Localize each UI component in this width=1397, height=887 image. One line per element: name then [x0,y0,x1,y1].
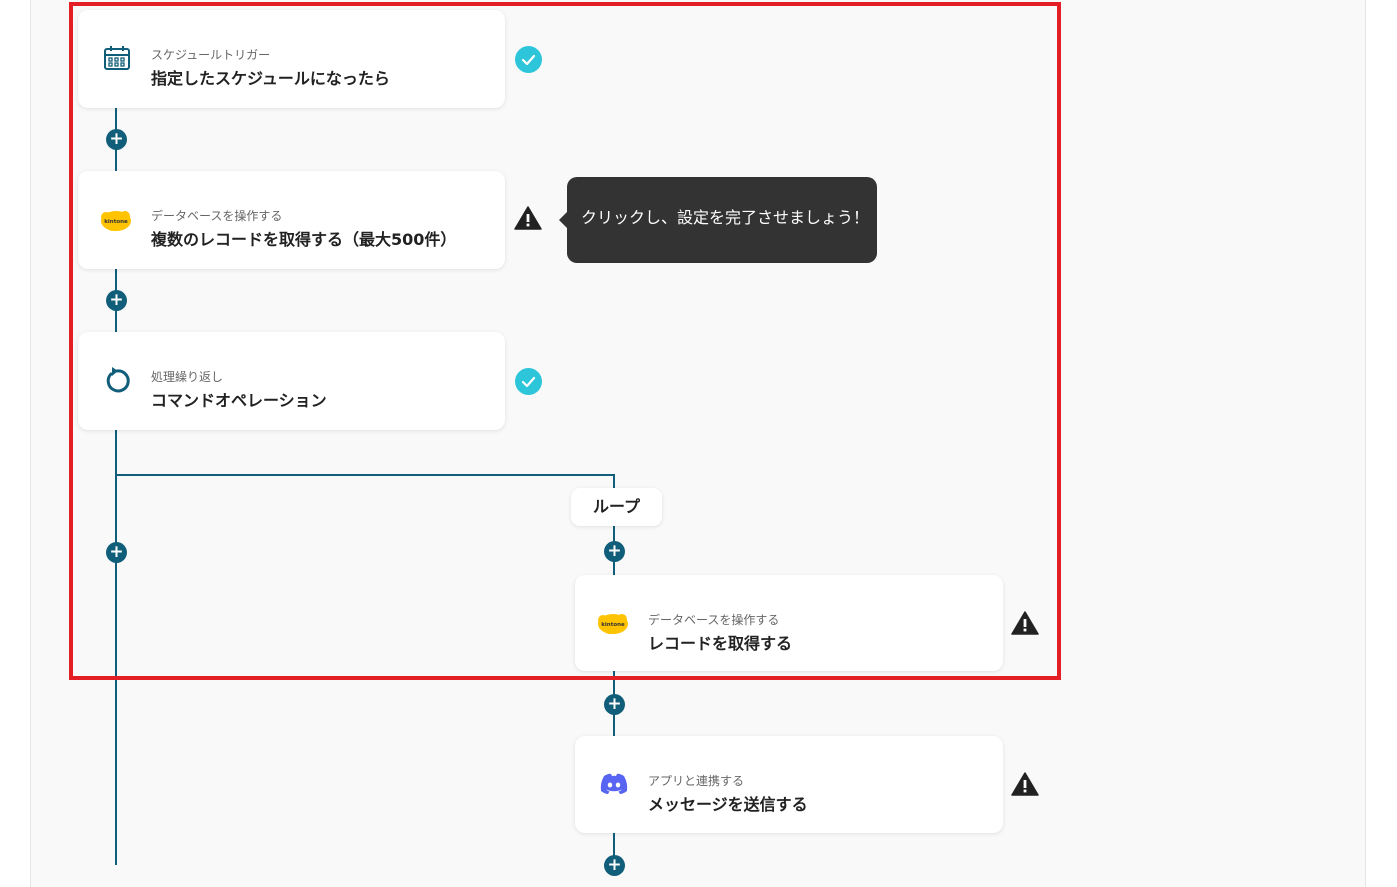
check-icon [515,46,542,73]
kintone-icon: kintone [100,205,132,237]
warning-icon [514,205,542,231]
step-card-send-message[interactable]: アプリと連携する メッセージを送信する [575,736,1003,833]
flow-line-branch [115,474,615,476]
calendar-icon [102,43,134,75]
step-card-get-record[interactable]: kintone データベースを操作する レコードを取得する [575,575,1003,671]
kintone-logo-text: kintone [104,219,128,225]
step-category: データベースを操作する [151,209,283,223]
step-category: 処理繰り返し [151,370,224,384]
loop-label: ループ [571,488,662,526]
step-title: 複数のレコードを取得する（最大500件） [151,230,457,249]
discord-icon [599,772,631,804]
add-step-button[interactable]: + [604,541,625,562]
step-title: レコードを取得する [648,634,793,653]
kintone-logo-text: kintone [601,622,625,628]
add-step-button[interactable]: + [106,290,127,311]
add-step-button[interactable]: + [106,542,127,563]
step-category: アプリと連携する [648,774,745,788]
setup-tooltip: クリックし、設定を完了させましょう！ [559,177,877,263]
step-title: メッセージを送信する [648,795,808,814]
warning-icon [1011,610,1039,636]
flow-line-loop [613,474,615,488]
step-card-loop[interactable]: 処理繰り返し コマンドオペレーション [78,332,505,430]
step-card-schedule-trigger[interactable]: スケジュールトリガー 指定したスケジュールになったら [78,10,505,108]
step-title: コマンドオペレーション [151,391,327,410]
step-category: スケジュールトリガー [151,48,271,62]
loop-icon [102,366,134,398]
add-step-button[interactable]: + [106,129,127,150]
step-title: 指定したスケジュールになったら [151,69,390,88]
kintone-icon: kintone [597,608,629,640]
check-icon [515,368,542,395]
add-step-button[interactable]: + [604,855,625,876]
step-card-get-records[interactable]: kintone データベースを操作する 複数のレコードを取得する（最大500件） [78,171,505,269]
warning-icon [1011,771,1039,797]
add-step-button[interactable]: + [604,694,625,715]
step-category: データベースを操作する [648,613,780,627]
